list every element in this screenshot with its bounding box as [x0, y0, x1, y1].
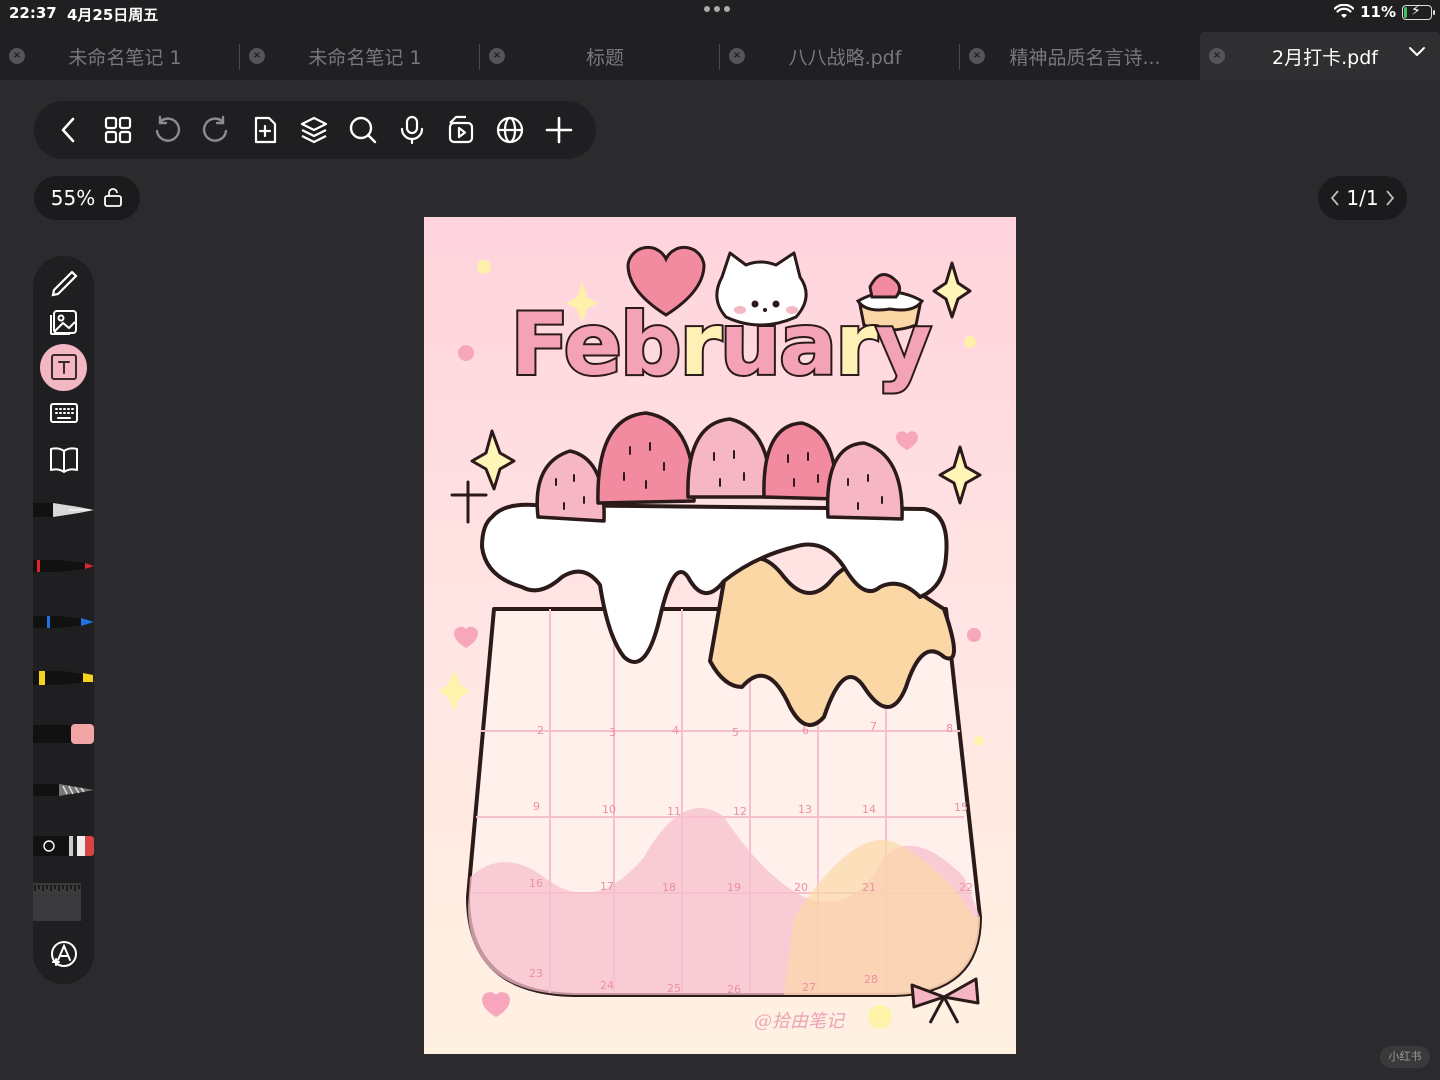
unlock-icon[interactable]: [103, 188, 123, 208]
pattern-brush-icon[interactable]: [33, 779, 94, 801]
back-chevron-icon[interactable]: [54, 115, 84, 145]
top-toolbar: [34, 101, 596, 159]
previous-page-icon[interactable]: [1330, 189, 1340, 207]
redo-icon[interactable]: [201, 115, 231, 145]
title-part: r: [677, 293, 723, 397]
grid-icon[interactable]: [103, 115, 133, 145]
calendar-day: 15: [954, 801, 968, 814]
calendar-day: 17: [600, 880, 614, 893]
ruler-tool-icon[interactable]: [33, 883, 94, 921]
book-icon[interactable]: [48, 443, 80, 475]
yellow-highlighter-icon[interactable]: [33, 667, 94, 689]
status-right: 11% ⚡: [1334, 3, 1435, 21]
calendar-day: 28: [864, 973, 878, 986]
month-title: February: [424, 293, 1016, 397]
calendar-day: 22: [959, 881, 973, 894]
calendar-day: 16: [529, 877, 543, 890]
title-part: Feb: [508, 293, 683, 397]
pencil-icon[interactable]: [48, 268, 80, 300]
author-watermark: @拾由笔记: [754, 1011, 844, 1032]
calendar-day: 24: [600, 979, 614, 992]
title-part: ua: [718, 293, 839, 397]
status-time: 22:37: [9, 4, 57, 22]
red-marker-icon[interactable]: [33, 555, 94, 577]
tab-title[interactable]: × 标题: [480, 32, 720, 80]
keyboard-icon[interactable]: [48, 397, 80, 429]
pen-settings-icon[interactable]: [48, 938, 80, 970]
layers-icon[interactable]: [299, 115, 329, 145]
calendar-day: 6: [802, 724, 809, 737]
notebook-page[interactable]: February 2 3 4 5 6 7 8 9 10 11 12 13 14 …: [424, 217, 1016, 1054]
blue-marker-icon[interactable]: [33, 611, 94, 633]
calendar-day: 10: [602, 803, 616, 816]
tab-close-icon[interactable]: ×: [9, 48, 25, 64]
calendar-day: 2: [537, 724, 544, 737]
tab-label: 2月打卡.pdf: [1272, 46, 1378, 69]
wifi-icon: [1334, 4, 1355, 18]
tab-close-icon[interactable]: ×: [249, 48, 265, 64]
tab-close-icon[interactable]: ×: [969, 48, 985, 64]
tab-label: 八八战略.pdf: [788, 46, 902, 69]
tab-untitled-note-1[interactable]: × 未命名笔记 1: [0, 32, 240, 80]
calendar-day: 26: [727, 983, 741, 996]
tab-bar: × 未命名笔记 1 × 未命名笔记 1 × 标题 × 八八战略.pdf × 精神…: [0, 28, 1440, 80]
lasso-tool-icon[interactable]: [33, 835, 94, 857]
calendar-day: 23: [529, 967, 543, 980]
tab-quotes[interactable]: × 精神品质名言诗...: [960, 32, 1200, 80]
calendar-day: 12: [733, 805, 747, 818]
calendar-day: 14: [862, 803, 876, 816]
battery-percent: 11%: [1360, 3, 1396, 21]
tab-february-checkin-pdf[interactable]: × 2月打卡.pdf: [1200, 32, 1440, 80]
tab-untitled-note-2[interactable]: × 未命名笔记 1: [240, 32, 480, 80]
zoom-level: 55%: [50, 186, 96, 210]
calendar-day: 13: [798, 803, 812, 816]
title-part: y: [874, 293, 934, 397]
microphone-icon[interactable]: [397, 115, 427, 145]
calendar-day: 9: [533, 800, 540, 813]
tab-close-icon[interactable]: ×: [489, 48, 505, 64]
add-page-icon[interactable]: [250, 115, 280, 145]
calendar-day: 18: [662, 881, 676, 894]
tab-label: 标题: [585, 46, 624, 69]
status-bar: 22:37 4月25日周五 11% ⚡: [0, 0, 1440, 28]
chevron-down-icon[interactable]: [1408, 42, 1426, 60]
calendar-day: 27: [802, 981, 816, 994]
text-box-icon[interactable]: [48, 351, 80, 383]
calendar-day: 5: [732, 726, 739, 739]
calendar-day: 7: [870, 720, 877, 733]
calendar-day: 4: [672, 724, 679, 737]
pink-eraser-icon[interactable]: [33, 723, 94, 745]
status-date: 4月25日周五: [67, 6, 159, 24]
globe-icon[interactable]: [495, 115, 525, 145]
battery-icon: ⚡: [1402, 3, 1435, 20]
fountain-pen-icon[interactable]: [33, 499, 94, 521]
brand-watermark: 小红书: [1380, 1046, 1430, 1068]
next-page-icon[interactable]: [1385, 189, 1395, 207]
tool-sidebar: [33, 256, 94, 984]
media-icon[interactable]: [446, 115, 476, 145]
page-navigator[interactable]: 1/1: [1318, 176, 1407, 220]
tab-close-icon[interactable]: ×: [729, 48, 745, 64]
title-part: r: [833, 293, 879, 397]
undo-icon[interactable]: [152, 115, 182, 145]
tab-label: 未命名笔记 1: [308, 46, 422, 69]
calendar-day: 3: [609, 726, 616, 739]
tab-strategy-pdf[interactable]: × 八八战略.pdf: [720, 32, 960, 80]
tab-label: 未命名笔记 1: [68, 46, 182, 69]
image-icon[interactable]: [48, 305, 80, 337]
zoom-indicator[interactable]: 55%: [34, 176, 140, 220]
calendar-day: 11: [667, 805, 681, 818]
search-icon[interactable]: [348, 115, 378, 145]
page-number: 1/1: [1346, 186, 1379, 210]
calendar-day: 19: [727, 881, 741, 894]
calendar-day: 20: [794, 881, 808, 894]
tab-close-icon[interactable]: ×: [1209, 48, 1225, 64]
calendar-day: 21: [862, 881, 876, 894]
plus-icon[interactable]: [544, 115, 574, 145]
multitasking-dots-icon[interactable]: [704, 6, 730, 12]
calendar-day: 25: [667, 982, 681, 995]
calendar-day: 8: [946, 722, 953, 735]
tab-label: 精神品质名言诗...: [1009, 46, 1161, 69]
